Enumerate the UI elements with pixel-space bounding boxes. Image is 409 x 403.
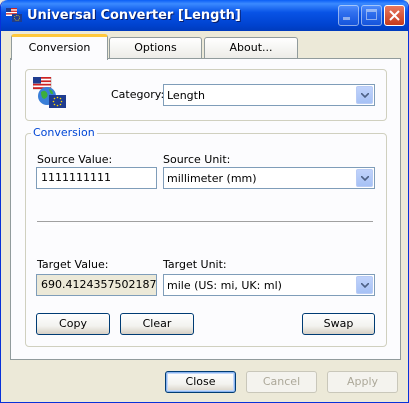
tab-conversion[interactable]: Conversion bbox=[11, 34, 108, 60]
category-label: Category: bbox=[111, 88, 165, 101]
converter-window: Universal Converter [Length] Conversion … bbox=[0, 0, 409, 403]
conversion-group-title: Conversion bbox=[31, 126, 97, 139]
cancel-button[interactable]: Cancel bbox=[246, 371, 317, 393]
tab-options[interactable]: Options bbox=[109, 37, 202, 59]
flags-globe-icon bbox=[33, 77, 66, 108]
chevron-down-icon bbox=[361, 176, 369, 181]
tab-about[interactable]: About... bbox=[204, 37, 298, 59]
source-unit-select[interactable]: millimeter (mm) bbox=[163, 167, 375, 189]
tab-about-label: About... bbox=[229, 41, 273, 54]
source-unit-dropdown-button[interactable] bbox=[356, 169, 373, 187]
target-unit-label: Target Unit: bbox=[163, 258, 227, 271]
title-bar[interactable]: Universal Converter [Length] bbox=[1, 0, 408, 31]
category-select[interactable]: Length bbox=[163, 84, 375, 106]
divider bbox=[37, 221, 373, 225]
source-value-input[interactable]: 1111111111 bbox=[36, 167, 157, 189]
source-value-label: Source Value: bbox=[37, 153, 113, 166]
chevron-down-icon bbox=[361, 93, 369, 98]
target-value-label: Target Value: bbox=[37, 258, 109, 271]
target-unit-value: mile (US: mi, UK: ml) bbox=[167, 279, 282, 292]
target-unit-dropdown-button[interactable] bbox=[356, 276, 373, 294]
chevron-down-icon bbox=[361, 283, 369, 288]
swap-button[interactable]: Swap bbox=[302, 313, 375, 335]
apply-button[interactable]: Apply bbox=[327, 371, 398, 393]
close-icon bbox=[389, 10, 400, 21]
minimize-icon bbox=[343, 17, 350, 20]
minimize-button[interactable] bbox=[338, 5, 359, 26]
flag-globe-icon bbox=[6, 8, 22, 22]
target-value-field[interactable]: 690.41243575021872 bbox=[36, 274, 157, 296]
copy-button[interactable]: Copy bbox=[36, 313, 110, 335]
maximize-button[interactable] bbox=[361, 5, 382, 26]
source-unit-label: Source Unit: bbox=[163, 153, 231, 166]
target-unit-select[interactable]: mile (US: mi, UK: ml) bbox=[163, 274, 375, 296]
maximize-icon bbox=[366, 9, 377, 20]
window-title: Universal Converter [Length] bbox=[27, 8, 241, 23]
tab-conversion-label: Conversion bbox=[28, 41, 91, 54]
category-value: Length bbox=[167, 89, 205, 102]
clear-button[interactable]: Clear bbox=[120, 313, 194, 335]
source-unit-value: millimeter (mm) bbox=[167, 172, 257, 185]
tab-options-label: Options bbox=[134, 41, 177, 54]
close-button[interactable]: Close bbox=[165, 371, 236, 393]
close-window-button[interactable] bbox=[384, 5, 405, 26]
category-dropdown-button[interactable] bbox=[356, 86, 373, 104]
